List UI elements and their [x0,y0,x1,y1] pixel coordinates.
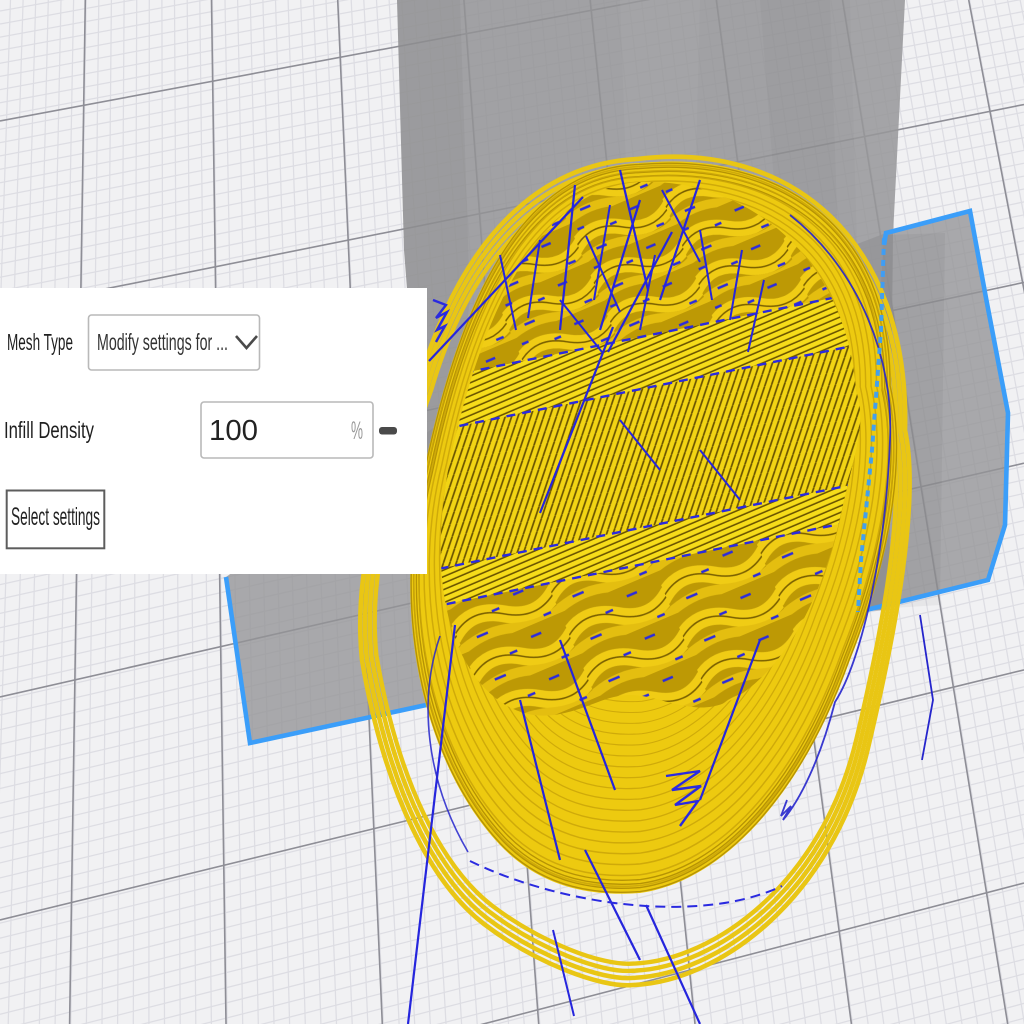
svg-text:Infill Density: Infill Density [4,417,94,443]
svg-text:100: 100 [209,415,258,447]
svg-text:Select settings: Select settings [11,503,100,531]
svg-text:%: % [351,417,363,445]
svg-text:Modify settings for ...: Modify settings for ... [97,329,228,355]
svg-text:Mesh Type: Mesh Type [7,329,73,355]
